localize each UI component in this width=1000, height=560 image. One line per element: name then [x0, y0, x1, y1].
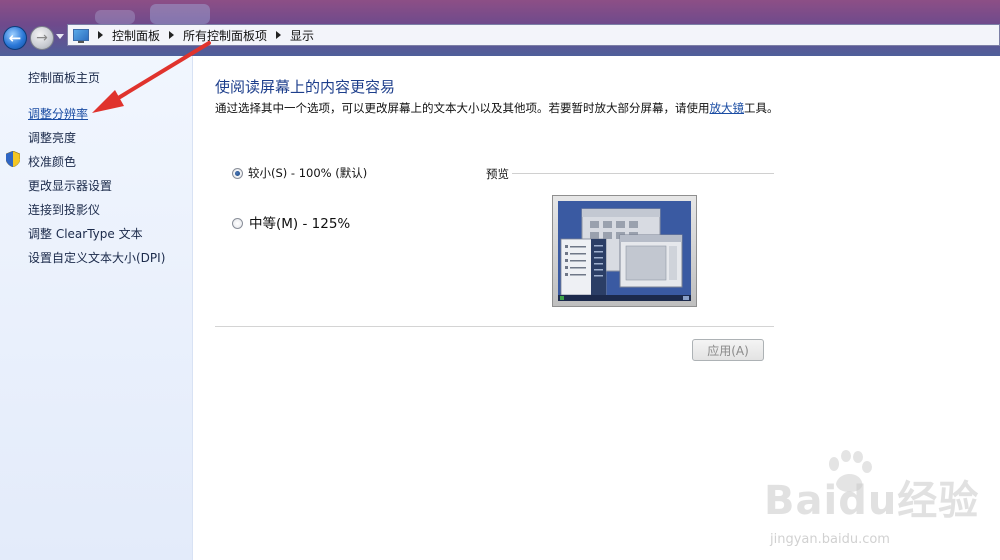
address-bar[interactable]: 控制面板 所有控制面板项 显示	[67, 24, 1000, 46]
breadcrumb-all-items[interactable]: 所有控制面板项	[183, 27, 267, 44]
magnifier-link[interactable]: 放大镜	[710, 101, 745, 115]
sidebar: 控制面板主页 调整分辨率 调整亮度 校准颜色 更改显示器设置 连接到投影仪 调整…	[0, 56, 193, 560]
paw-icon	[829, 450, 872, 493]
preview-screen-graphic	[558, 201, 691, 301]
sidebar-item-home[interactable]: 控制面板主页	[28, 69, 100, 86]
sidebar-item-display-settings[interactable]: 更改显示器设置	[28, 177, 112, 194]
preview-divider	[512, 173, 774, 174]
breadcrumb-control-panel[interactable]: 控制面板	[112, 27, 160, 44]
control-panel-icon	[73, 29, 89, 43]
size-medium-radio[interactable]	[232, 218, 243, 229]
chevron-right-icon[interactable]	[98, 31, 103, 39]
page-description: 通过选择其中一个选项，可以更改屏幕上的文本大小以及其他项。若要暂时放大部分屏幕，…	[215, 101, 779, 115]
sidebar-item-connect-projector[interactable]: 连接到投影仪	[28, 201, 100, 218]
sidebar-item-adjust-brightness[interactable]: 调整亮度	[28, 129, 76, 146]
sidebar-item-cleartype[interactable]: 调整 ClearType 文本	[28, 225, 143, 242]
chevron-right-icon[interactable]	[276, 31, 282, 39]
size-smaller-label[interactable]: 较小(S) - 100% (默认)	[248, 165, 367, 181]
recent-pages-dropdown[interactable]	[56, 34, 64, 39]
arrow-right-icon: →	[36, 30, 48, 46]
content-divider	[215, 326, 774, 327]
watermark-brand: Baidu经验	[764, 478, 980, 524]
sidebar-item-calibrate-color[interactable]: 校准颜色	[28, 153, 76, 170]
apply-button[interactable]: 应用(A)	[692, 339, 764, 361]
window-title-bar: ← → 控制面板 所有控制面板项 显示	[0, 0, 1000, 56]
size-medium-label[interactable]: 中等(M) - 125%	[249, 212, 350, 232]
chevron-right-icon[interactable]	[169, 31, 175, 39]
page-title: 使阅读屏幕上的内容更容易	[215, 78, 396, 96]
watermark: Baidu经验 jingyan.baidu.com	[760, 450, 990, 555]
breadcrumb-display[interactable]: 显示	[290, 27, 314, 44]
sidebar-item-custom-dpi[interactable]: 设置自定义文本大小(DPI)	[28, 249, 165, 266]
preview-image	[552, 195, 697, 307]
forward-button[interactable]: →	[30, 26, 54, 50]
preview-heading: 预览	[486, 167, 509, 181]
arrow-left-icon: ←	[8, 29, 22, 47]
back-button[interactable]: ←	[3, 26, 27, 50]
sidebar-item-adjust-resolution[interactable]: 调整分辨率	[28, 105, 88, 122]
uac-shield-icon	[6, 151, 20, 167]
watermark-url: jingyan.baidu.com	[770, 532, 890, 547]
size-smaller-radio[interactable]	[232, 168, 243, 179]
